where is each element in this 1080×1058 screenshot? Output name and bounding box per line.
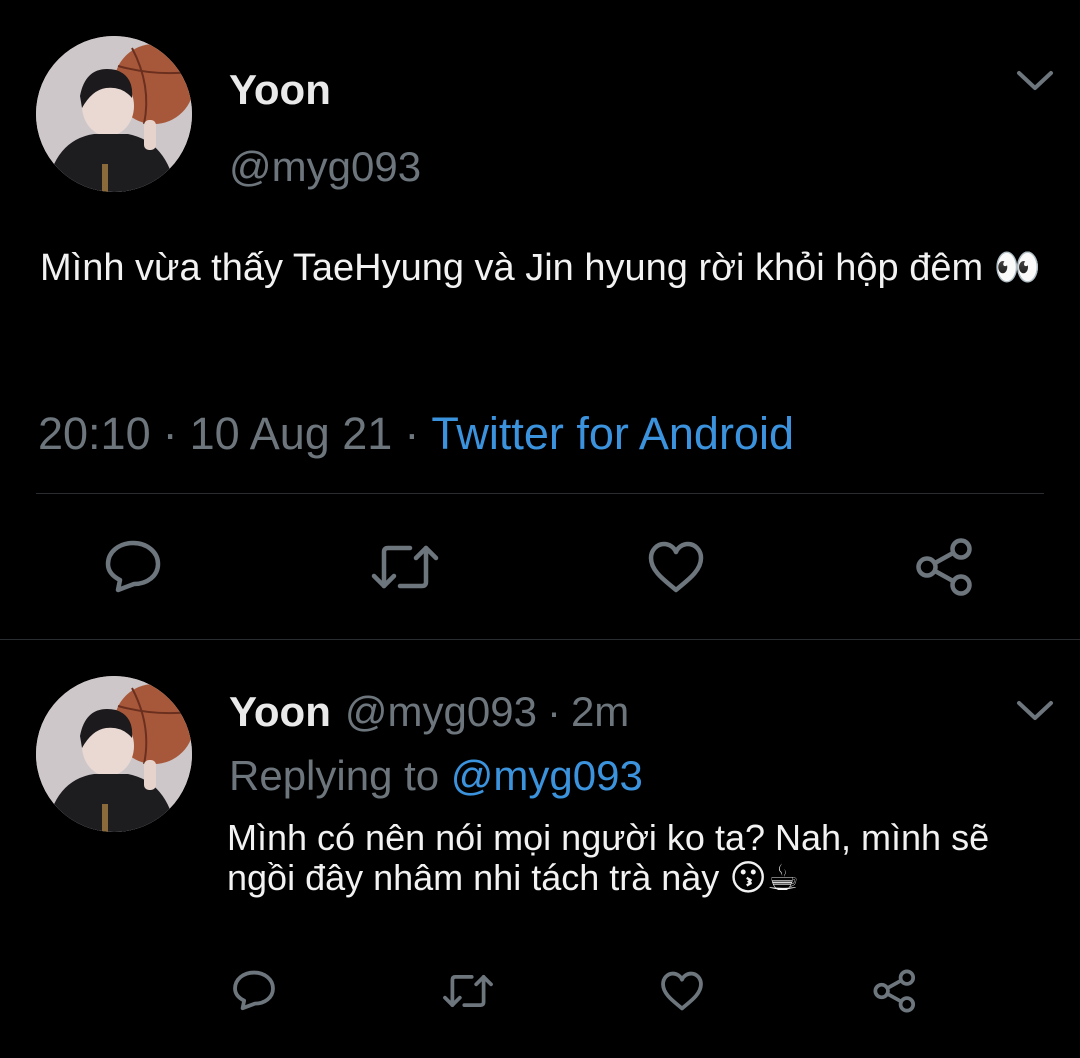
like-icon[interactable] [660, 970, 704, 1012]
share-icon[interactable] [914, 536, 976, 598]
retweet-icon[interactable] [442, 972, 494, 1010]
divider [36, 493, 1044, 494]
tweet-date: 10 Aug 21 [189, 408, 393, 459]
author-name[interactable]: Yoon [229, 688, 331, 735]
tweet-thread: Yoon @myg093 Mình vừa thấy TaeHyung và J… [0, 0, 1080, 1058]
separator: · [162, 408, 178, 459]
like-icon[interactable] [647, 540, 705, 594]
author-handle[interactable]: @myg093 [345, 688, 537, 735]
replying-to: Replying to @myg093 [229, 750, 643, 802]
avatar[interactable] [36, 676, 192, 832]
chevron-down-icon[interactable] [1015, 697, 1055, 725]
chevron-down-icon[interactable] [1015, 67, 1055, 95]
tweet-actions [0, 536, 1080, 600]
retweet-icon[interactable] [370, 542, 440, 592]
reply-text: Mình có nên nói mọi người ko ta? Nah, mì… [227, 817, 990, 898]
share-icon[interactable] [872, 968, 918, 1014]
tweet-source-link[interactable]: Twitter for Android [431, 408, 794, 459]
tweet-text: Mình vừa thấy TaeHyung và Jin hyung rời … [40, 247, 1042, 289]
separator: · [404, 408, 420, 459]
reply-icon[interactable] [232, 968, 276, 1012]
replying-target-link[interactable]: @myg093 [451, 752, 643, 799]
tweet-time: 20:10 [38, 408, 151, 459]
author-handle[interactable]: @myg093 [229, 141, 421, 193]
tweet-meta: 20:10 · 10 Aug 21 · Twitter for Android [38, 406, 794, 462]
divider [0, 639, 1080, 640]
reply-header: Yoon @myg093 · 2m [229, 686, 629, 738]
author-name[interactable]: Yoon [229, 64, 331, 116]
reply-actions [0, 964, 1080, 1020]
reply-icon[interactable] [104, 538, 162, 594]
replying-label: Replying to [229, 752, 440, 799]
separator: · [546, 688, 561, 735]
avatar[interactable] [36, 36, 192, 192]
reply-time: 2m [570, 688, 630, 735]
